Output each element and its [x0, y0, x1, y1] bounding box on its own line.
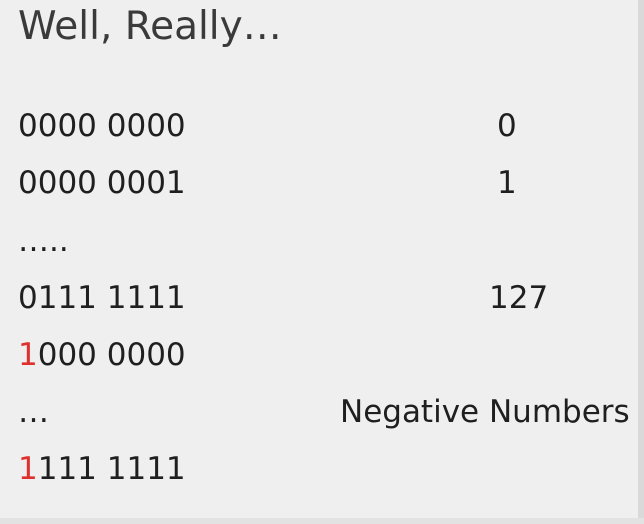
window-edge [638, 0, 644, 524]
decimal-value-0: 0 [497, 108, 517, 144]
window-edge-bottom [0, 518, 644, 524]
binary-row-1: 0000 0001 [18, 165, 186, 201]
sign-bit: 1 [18, 337, 38, 373]
ellipsis-row-2: … [18, 394, 49, 430]
negative-numbers-label: Negative Numbers [340, 394, 630, 430]
binary-row-0: 0000 0000 [18, 108, 186, 144]
sign-bit: 1 [18, 451, 38, 487]
binary-row-127: 0111 1111 [18, 280, 186, 316]
remaining-bits: 000 0000 [37, 337, 186, 373]
decimal-value-127: 127 [489, 280, 549, 316]
slide: Well, Really… 0000 0000 0 0000 0001 1 ….… [0, 0, 644, 524]
ellipsis-row-1: ….. [18, 223, 69, 259]
slide-title: Well, Really… [18, 4, 282, 49]
remaining-bits: 111 1111 [37, 451, 186, 487]
binary-row-negative-end: 1111 1111 [18, 449, 186, 489]
binary-row-negative-start: 1000 0000 [18, 335, 186, 375]
decimal-value-1: 1 [497, 165, 517, 201]
